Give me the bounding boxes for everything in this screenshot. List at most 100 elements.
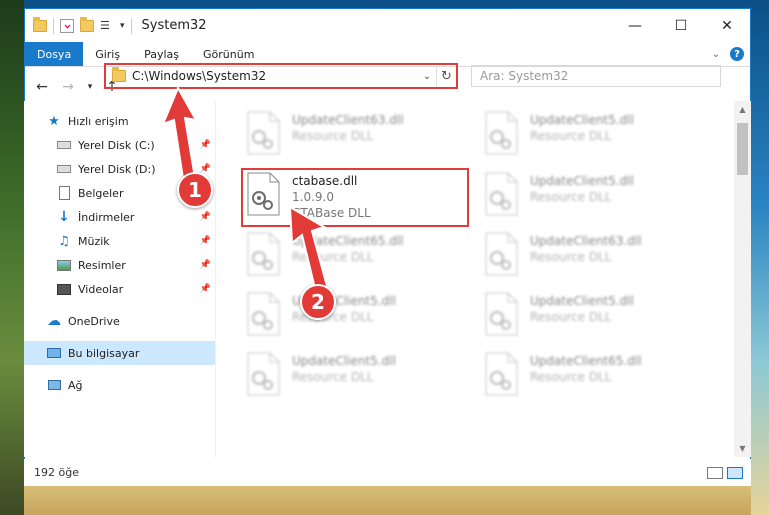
documents-icon	[56, 185, 72, 201]
file-item[interactable]: UpdateClient5.dll Resource DLL	[246, 350, 476, 406]
dll-file-icon	[246, 111, 280, 155]
file-name: UpdateClient63.dll	[530, 234, 642, 248]
nav-item-videos[interactable]: Videolar 📌	[24, 277, 215, 301]
new-folder-icon[interactable]	[80, 16, 94, 32]
nav-quick-access-label: Hızlı erişim	[68, 114, 129, 128]
title-bar: ☰ ▾ System32 — ☐ ✕	[25, 9, 750, 42]
folder-icon	[33, 16, 47, 32]
back-button[interactable]: ←	[31, 76, 53, 98]
address-field[interactable]: C:\Windows\System32	[106, 66, 418, 86]
dll-file-icon	[246, 352, 280, 396]
file-name: UpdateClient5.dll	[292, 354, 396, 368]
scroll-up-icon[interactable]: ▲	[734, 101, 751, 118]
quick-access-toolbar: ☰ ▾	[25, 16, 125, 34]
file-item[interactable]: UpdateClient65.dll Resource DLL	[484, 350, 714, 406]
file-description: Resource DLL	[292, 370, 374, 384]
explorer-body: ★ Hızlı erişim Yerel Disk (C:) 📌 Yerel D…	[24, 101, 751, 457]
nav-item-label: Resimler	[78, 258, 126, 272]
step-badge-2: 2	[300, 284, 336, 320]
file-name: UpdateClient65.dll	[530, 354, 642, 368]
file-description: Resource DLL	[530, 129, 612, 143]
dll-file-icon	[246, 232, 280, 276]
download-icon: ↓	[58, 209, 70, 225]
dll-file-icon	[484, 292, 518, 336]
music-icon: ♫	[58, 233, 70, 249]
divider	[53, 17, 54, 34]
file-item[interactable]: UpdateClient63.dll Resource DLL	[246, 109, 476, 165]
ribbon-right: ⌄ ?	[712, 42, 750, 66]
folder-icon	[112, 67, 126, 82]
nav-item-label: İndirmeler	[78, 210, 135, 224]
address-path[interactable]: C:\Windows\System32	[132, 69, 266, 83]
view-toggle	[707, 466, 751, 479]
address-bar[interactable]: C:\Windows\System32 ⌄ ↻	[104, 63, 458, 89]
large-icons-view-icon[interactable]	[727, 466, 743, 479]
chevron-down-icon[interactable]: ▾	[120, 21, 125, 31]
nav-item-label: Belgeler	[78, 186, 124, 200]
desktop-background-right	[751, 0, 769, 515]
dll-file-icon	[246, 292, 280, 336]
pin-icon[interactable]: 📌	[200, 212, 211, 222]
tab-dosya[interactable]: Dosya	[25, 42, 84, 66]
divider	[130, 17, 132, 34]
file-item[interactable]: UpdateClient5.dll Resource DLL	[484, 290, 714, 346]
nav-this-pc-label: Bu bilgisayar	[68, 346, 140, 360]
file-item[interactable]: UpdateClient5.dll Resource DLL	[484, 109, 714, 165]
file-description: Resource DLL	[530, 370, 612, 384]
nav-this-pc[interactable]: Bu bilgisayar	[24, 341, 215, 365]
dll-file-icon	[484, 352, 518, 396]
nav-network-label: Ağ	[68, 378, 83, 392]
file-name: UpdateClient5.dll	[530, 174, 634, 188]
forward-button[interactable]: →	[57, 76, 79, 98]
minimize-button[interactable]: —	[612, 9, 658, 42]
details-view-icon[interactable]	[707, 466, 723, 479]
expand-ribbon-icon[interactable]: ⌄	[712, 49, 720, 60]
file-name: UpdateClient5.dll	[530, 294, 634, 308]
scrollbar-thumb[interactable]	[737, 123, 748, 175]
drive-icon	[56, 161, 72, 177]
help-icon[interactable]: ?	[730, 47, 744, 61]
nav-item-label: Müzik	[78, 234, 110, 248]
scroll-down-icon[interactable]: ▼	[734, 440, 751, 457]
file-description: Resource DLL	[292, 129, 374, 143]
pin-icon[interactable]: 📌	[200, 236, 211, 246]
highlight-ctabase	[241, 168, 469, 227]
nav-network[interactable]: Ağ	[24, 373, 215, 397]
nav-item-pictures[interactable]: Resimler 📌	[24, 253, 215, 277]
recent-locations-button[interactable]: ▾	[83, 76, 97, 98]
star-icon: ★	[48, 113, 60, 129]
nav-onedrive[interactable]: ☁ OneDrive	[24, 309, 215, 333]
nav-item-downloads[interactable]: ↓ İndirmeler 📌	[24, 205, 215, 229]
file-item[interactable]: UpdateClient63.dll Resource DLL	[484, 230, 714, 286]
network-icon	[46, 377, 62, 393]
pictures-icon	[56, 257, 72, 273]
vertical-scrollbar[interactable]: ▲ ▼	[734, 101, 751, 457]
dll-file-icon	[484, 172, 518, 216]
dll-file-icon	[484, 232, 518, 276]
nav-item-label: Videolar	[78, 282, 124, 296]
computer-icon	[46, 345, 62, 361]
nav-item-music[interactable]: ♫ Müzik 📌	[24, 229, 215, 253]
search-input[interactable]: Ara: System32	[471, 65, 721, 87]
file-name: UpdateClient63.dll	[292, 113, 404, 127]
dll-file-icon	[484, 111, 518, 155]
desktop-background-left	[0, 0, 24, 515]
pin-icon[interactable]: 📌	[200, 284, 211, 294]
nav-item-label: Yerel Disk (D:)	[78, 162, 156, 176]
refresh-icon[interactable]: ↻	[436, 66, 456, 86]
file-item[interactable]: UpdateClient5.dll Resource DLL	[484, 170, 714, 226]
properties-icon[interactable]	[60, 18, 74, 33]
drive-icon	[56, 137, 72, 153]
nav-item-label: Yerel Disk (C:)	[78, 138, 155, 152]
nav-onedrive-label: OneDrive	[68, 314, 120, 328]
maximize-button[interactable]: ☐	[658, 9, 704, 42]
cloud-icon: ☁	[47, 313, 61, 329]
address-dropdown-icon[interactable]: ⌄	[418, 71, 436, 82]
file-description: Resource DLL	[530, 310, 612, 324]
videos-icon	[56, 281, 72, 297]
pin-icon[interactable]: 📌	[200, 260, 211, 270]
item-count: 192 öğe	[34, 466, 79, 479]
status-bar: 192 öğe	[24, 459, 751, 486]
close-button[interactable]: ✕	[704, 9, 750, 42]
customize-icon[interactable]: ☰	[100, 19, 114, 33]
